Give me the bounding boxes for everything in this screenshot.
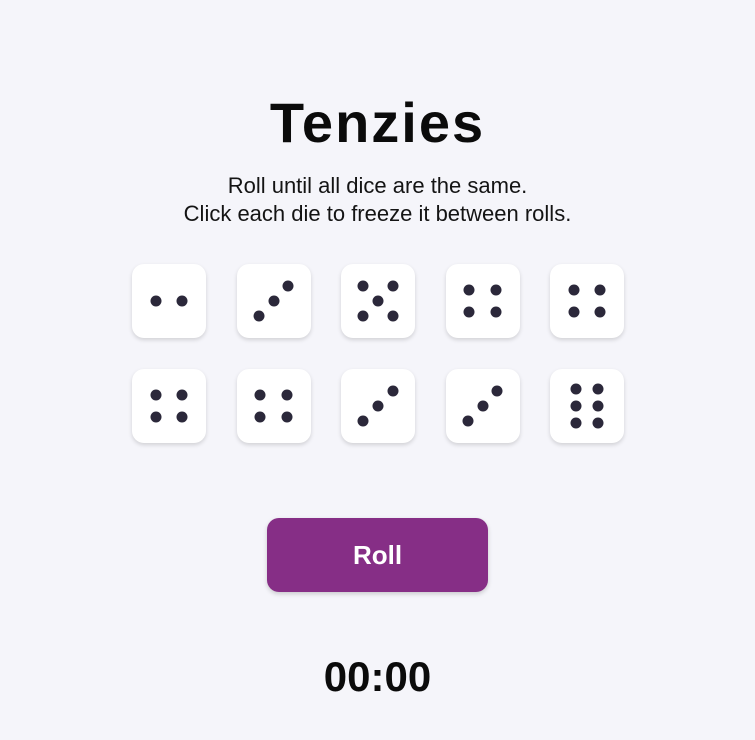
die-7[interactable] bbox=[236, 369, 311, 443]
die-pip bbox=[253, 310, 265, 322]
die-pip bbox=[357, 280, 369, 292]
die-pip bbox=[268, 295, 279, 307]
die-pip bbox=[254, 411, 266, 423]
die-pip bbox=[357, 310, 369, 322]
instructions: Roll until all dice are the same. Click … bbox=[0, 172, 755, 228]
die-pip bbox=[592, 400, 604, 412]
timer: 00:00 bbox=[323, 653, 432, 700]
die-pip bbox=[387, 310, 399, 322]
die-pip bbox=[372, 295, 384, 307]
die-pip bbox=[594, 284, 606, 296]
dice-grid bbox=[132, 264, 624, 443]
die-3[interactable] bbox=[341, 264, 415, 338]
die-4[interactable] bbox=[445, 264, 520, 338]
die-pip bbox=[490, 306, 502, 318]
die-pip bbox=[372, 400, 384, 412]
instructions-line-2: Click each die to freeze it between roll… bbox=[183, 201, 572, 226]
die-pip bbox=[254, 389, 266, 401]
die-pip bbox=[463, 306, 475, 318]
die-pip bbox=[490, 284, 502, 296]
die-pip bbox=[491, 385, 503, 397]
die-pip bbox=[281, 411, 293, 423]
die-pip bbox=[150, 389, 162, 401]
die-pip bbox=[282, 280, 294, 292]
die-8[interactable] bbox=[341, 369, 415, 443]
die-pip bbox=[570, 383, 582, 395]
die-1[interactable] bbox=[132, 264, 206, 338]
die-2[interactable] bbox=[236, 264, 311, 338]
die-pip bbox=[570, 400, 582, 412]
die-pip bbox=[570, 417, 582, 429]
die-pip bbox=[592, 417, 604, 429]
die-pip bbox=[568, 306, 580, 318]
die-pip bbox=[594, 306, 606, 318]
die-pip bbox=[387, 385, 399, 397]
instructions-line-1: Roll until all dice are the same. bbox=[227, 173, 528, 198]
die-pip bbox=[176, 295, 188, 307]
die-pip bbox=[357, 415, 369, 427]
die-5[interactable] bbox=[550, 264, 624, 338]
die-pip bbox=[387, 280, 399, 292]
die-pip bbox=[150, 411, 162, 423]
die-pip bbox=[176, 411, 188, 423]
die-9[interactable] bbox=[445, 369, 520, 443]
die-6[interactable] bbox=[132, 369, 206, 443]
die-pip bbox=[150, 295, 162, 307]
die-10[interactable] bbox=[550, 369, 624, 443]
roll-button[interactable]: Roll bbox=[267, 518, 488, 592]
die-pip bbox=[592, 383, 604, 395]
die-pip bbox=[463, 284, 475, 296]
game-title: Tenzies bbox=[269, 91, 486, 154]
die-pip bbox=[477, 400, 488, 412]
die-pip bbox=[568, 284, 580, 296]
die-pip bbox=[176, 389, 188, 401]
die-pip bbox=[281, 389, 293, 401]
die-pip bbox=[462, 415, 474, 427]
